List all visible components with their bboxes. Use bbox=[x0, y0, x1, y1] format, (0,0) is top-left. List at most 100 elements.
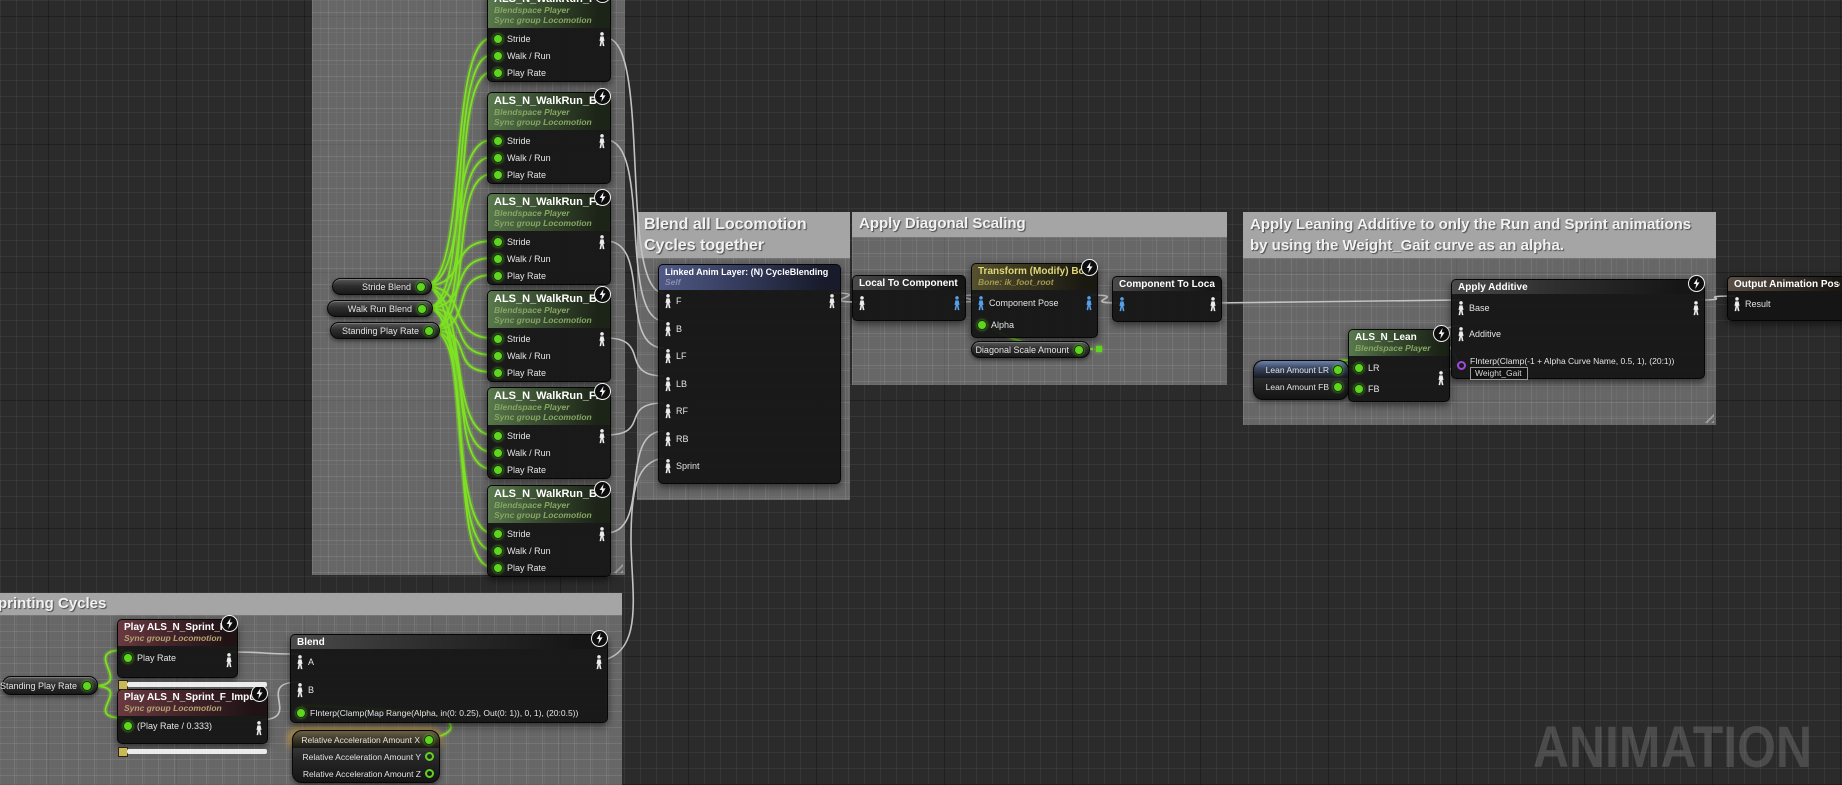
float-pin[interactable] bbox=[1333, 365, 1343, 375]
float-pin[interactable] bbox=[417, 304, 427, 314]
pose-pin-icon[interactable] bbox=[598, 527, 606, 542]
float-pin[interactable] bbox=[493, 68, 503, 78]
pose-pin-icon[interactable] bbox=[598, 235, 606, 250]
anim-node-blend[interactable]: Blend A B FInterp(Clamp(Map Range(Alpha,… bbox=[290, 634, 608, 723]
anim-node-play-sprint-f[interactable]: Play ALS_N_Sprint_F Sync group Locomotio… bbox=[117, 619, 238, 678]
animgraph-canvas[interactable]: ANIMATION Blend all Locomotion Cycles to… bbox=[0, 0, 1842, 785]
getter-stride-blend[interactable]: Stride Blend bbox=[332, 278, 432, 295]
pose-pin-icon[interactable] bbox=[255, 721, 263, 736]
pose-pin-icon[interactable] bbox=[1457, 301, 1465, 316]
pose-pin-icon[interactable] bbox=[598, 32, 606, 47]
comment-header-leaning[interactable]: Apply Leaning Additive to only the Run a… bbox=[1243, 212, 1716, 258]
float-pin[interactable] bbox=[493, 465, 503, 475]
getter-diagonal-scale-amount[interactable]: Diagonal Scale Amount bbox=[971, 341, 1090, 358]
pose-pin-icon[interactable] bbox=[598, 429, 606, 444]
comment-header-sprinting[interactable]: Sprinting Cycles bbox=[0, 593, 622, 615]
pose-pin-icon[interactable] bbox=[225, 653, 233, 668]
float-pin[interactable] bbox=[416, 282, 426, 292]
pose-pin-icon[interactable] bbox=[664, 432, 672, 447]
pose-pin-icon[interactable] bbox=[664, 322, 672, 337]
anim-node-local-to-component[interactable]: Local To Component bbox=[852, 275, 966, 321]
alpha-float-pin[interactable] bbox=[1457, 361, 1466, 370]
float-pin[interactable] bbox=[296, 708, 306, 718]
pose-pin-icon[interactable] bbox=[1437, 371, 1445, 386]
pose-pin-icon[interactable] bbox=[828, 294, 836, 309]
pose-pin-icon[interactable] bbox=[664, 459, 672, 474]
pose-pin-icon[interactable] bbox=[296, 655, 304, 670]
pose-pin-icon[interactable] bbox=[1457, 327, 1465, 342]
getter-standing-play-rate[interactable]: Standing Play Rate bbox=[330, 322, 440, 339]
float-pin[interactable] bbox=[123, 653, 133, 663]
component-pose-pin-icon[interactable] bbox=[977, 296, 985, 311]
curve-name-field[interactable]: Weight_Gait bbox=[1470, 367, 1528, 380]
anim-node-walkrun-f[interactable]: ALS_N_WalkRun_F Blendspace Player Sync g… bbox=[487, 0, 611, 82]
float-pin[interactable] bbox=[493, 431, 503, 441]
anim-node-transform-modify-bone[interactable]: Transform (Modify) Bone Bone: ik_foot_ro… bbox=[971, 263, 1098, 338]
getter-walk-run-blend[interactable]: Walk Run Blend bbox=[327, 300, 433, 317]
getter-rel-accel-x[interactable]: Relative Acceleration Amount X bbox=[293, 731, 439, 748]
float-pin[interactable] bbox=[123, 721, 133, 731]
pose-pin-icon[interactable] bbox=[598, 134, 606, 149]
float-pin[interactable] bbox=[493, 334, 503, 344]
getter-lean-amount-lr[interactable]: Lean Amount LR bbox=[1254, 361, 1348, 378]
pose-pin-icon[interactable] bbox=[1692, 301, 1700, 316]
pose-pin-icon[interactable] bbox=[664, 294, 672, 309]
comment-header-blend-locomotion[interactable]: Blend all Locomotion Cycles together bbox=[637, 212, 850, 258]
anim-node-apply-additive[interactable]: Apply Additive Base Additive FInterp(Cla… bbox=[1451, 279, 1705, 379]
comment-resize-grip[interactable] bbox=[610, 560, 623, 573]
float-pin[interactable] bbox=[1333, 382, 1343, 392]
float-pin[interactable] bbox=[493, 254, 503, 264]
anim-node-component-to-local[interactable]: Component To Local bbox=[1112, 276, 1222, 322]
float-pin[interactable] bbox=[493, 546, 503, 556]
pose-pin-icon[interactable] bbox=[664, 349, 672, 364]
getter-lean-amounts[interactable]: Lean Amount LR Lean Amount FB bbox=[1253, 360, 1349, 400]
anim-node-walkrun-b[interactable]: ALS_N_WalkRun_B Blendspace Player Sync g… bbox=[487, 92, 611, 184]
float-pin[interactable] bbox=[493, 34, 503, 44]
float-pin[interactable] bbox=[493, 153, 503, 163]
anim-node-walkrun-bl[interactable]: ALS_N_WalkRun_BL Blendspace Player Sync … bbox=[487, 290, 611, 382]
anim-node-walkrun-fr[interactable]: ALS_N_WalkRun_FR Blendspace Player Sync … bbox=[487, 387, 611, 479]
pose-pin-icon[interactable] bbox=[296, 683, 304, 698]
float-pin[interactable] bbox=[493, 170, 503, 180]
pose-pin-icon[interactable] bbox=[664, 404, 672, 419]
float-pin[interactable] bbox=[493, 237, 503, 247]
pose-pin-icon[interactable] bbox=[1733, 297, 1741, 312]
float-pin[interactable] bbox=[493, 529, 503, 539]
pose-pin-icon[interactable] bbox=[1209, 297, 1217, 312]
anim-node-walkrun-fl[interactable]: ALS_N_WalkRun_FL Blendspace Player Sync … bbox=[487, 193, 611, 285]
getter-rel-accel-z[interactable]: Relative Acceleration Amount Z bbox=[293, 765, 439, 782]
float-pin[interactable] bbox=[424, 735, 434, 745]
anim-node-output-animation-pose[interactable]: Output Animation Pose Result bbox=[1727, 276, 1842, 321]
pose-pin-icon[interactable] bbox=[858, 296, 866, 311]
pose-pin-icon[interactable] bbox=[664, 377, 672, 392]
getter-relative-acceleration[interactable]: Relative Acceleration Amount X Relative … bbox=[292, 730, 440, 783]
float-pin[interactable] bbox=[493, 51, 503, 61]
float-pin[interactable] bbox=[493, 368, 503, 378]
float-pin[interactable] bbox=[82, 681, 92, 691]
comment-resize-grip[interactable] bbox=[1701, 410, 1714, 423]
float-pin[interactable] bbox=[493, 448, 503, 458]
comment-header-diagonal[interactable]: Apply Diagonal Scaling bbox=[852, 212, 1227, 237]
float-pin[interactable] bbox=[1074, 345, 1084, 355]
anim-node-linked-anim-layer[interactable]: Linked Anim Layer: (N) CycleBlending Sel… bbox=[658, 264, 841, 484]
anim-node-walkrun-br[interactable]: ALS_N_WalkRun_BR Blendspace Player Sync … bbox=[487, 485, 611, 577]
float-pin[interactable] bbox=[493, 271, 503, 281]
getter-rel-accel-y[interactable]: Relative Acceleration Amount Y bbox=[293, 748, 439, 765]
getter-lean-amount-fb[interactable]: Lean Amount FB bbox=[1254, 378, 1348, 395]
float-pin[interactable] bbox=[493, 563, 503, 573]
component-pose-pin-icon[interactable] bbox=[1118, 297, 1126, 312]
float-pin[interactable] bbox=[424, 326, 434, 336]
float-pin[interactable] bbox=[425, 752, 434, 761]
reroute-node[interactable] bbox=[1096, 346, 1102, 352]
float-pin[interactable] bbox=[425, 769, 434, 778]
anim-node-lean[interactable]: ALS_N_Lean Blendspace Player LR FB bbox=[1348, 329, 1450, 402]
anim-node-play-sprint-f-impulse[interactable]: Play ALS_N_Sprint_F_Impulse Sync group L… bbox=[117, 689, 268, 744]
float-pin[interactable] bbox=[977, 320, 987, 330]
pose-pin-icon[interactable] bbox=[595, 655, 603, 670]
float-pin[interactable] bbox=[493, 136, 503, 146]
float-pin[interactable] bbox=[493, 351, 503, 361]
float-pin[interactable] bbox=[1354, 363, 1364, 373]
float-pin[interactable] bbox=[1354, 384, 1364, 394]
component-pose-pin-icon[interactable] bbox=[1085, 296, 1093, 311]
getter-standing-play-rate-sprint[interactable]: Standing Play Rate bbox=[2, 676, 98, 695]
